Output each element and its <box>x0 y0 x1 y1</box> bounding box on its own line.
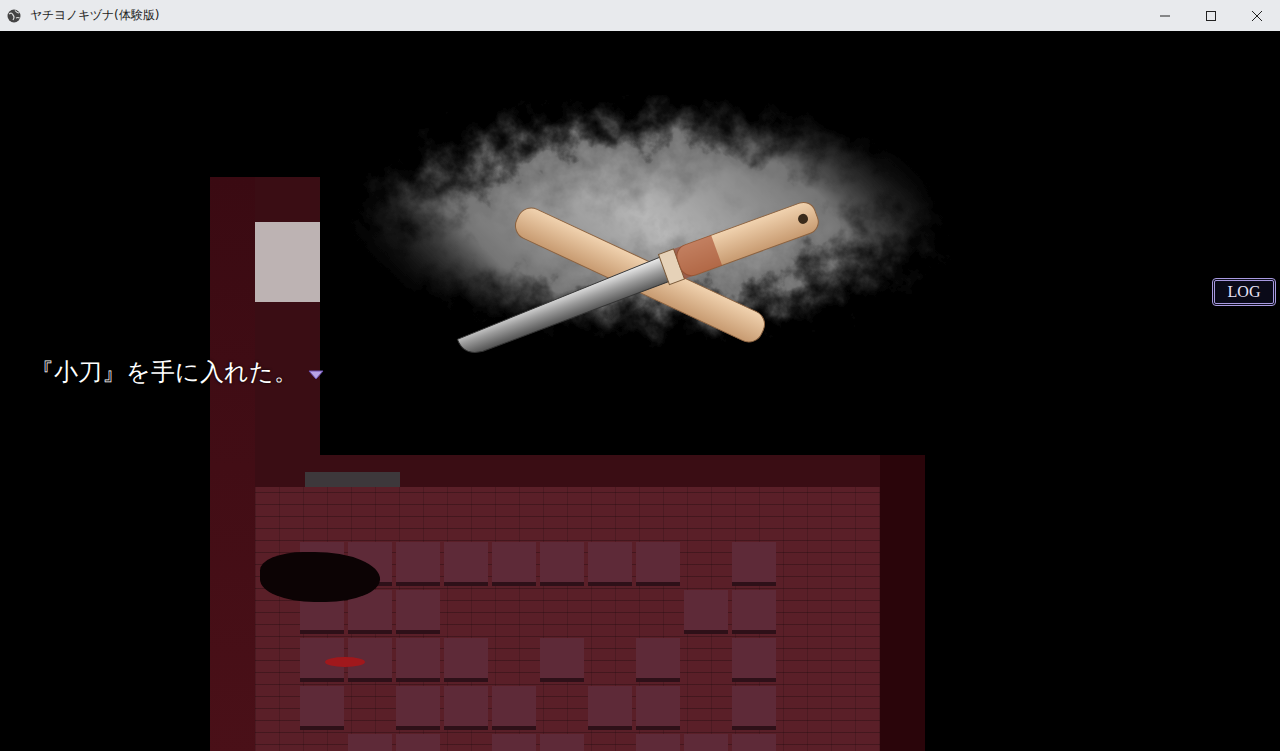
chair <box>540 686 584 730</box>
game-canvas: 『小刀』を手に入れた。 LOG <box>0 31 1280 751</box>
chair <box>540 590 584 634</box>
chair <box>492 590 536 634</box>
message-box[interactable]: 『小刀』を手に入れた。 <box>30 356 324 388</box>
minimize-button[interactable] <box>1142 0 1188 31</box>
chair <box>396 638 440 682</box>
chair <box>444 590 488 634</box>
chair <box>732 638 776 682</box>
close-icon <box>1252 11 1262 21</box>
chair <box>540 734 584 751</box>
chair <box>636 686 680 730</box>
globe-icon <box>6 8 22 24</box>
window-title: ヤチヨノキヅナ(体験版) <box>30 7 159 24</box>
chair <box>636 590 680 634</box>
chair <box>444 542 488 586</box>
chair <box>636 734 680 751</box>
chair <box>492 686 536 730</box>
chair <box>732 686 776 730</box>
chair <box>588 542 632 586</box>
chair <box>588 638 632 682</box>
chair <box>684 542 728 586</box>
chair <box>396 590 440 634</box>
chair <box>396 734 440 751</box>
chair <box>732 734 776 751</box>
chair <box>492 542 536 586</box>
maximize-icon <box>1206 11 1216 21</box>
item-popup <box>320 95 960 455</box>
chair <box>684 686 728 730</box>
minimize-icon <box>1160 11 1170 21</box>
maximize-button[interactable] <box>1188 0 1234 31</box>
chair <box>396 686 440 730</box>
chair <box>300 686 344 730</box>
blood-mark <box>325 657 365 667</box>
chair <box>348 734 392 751</box>
chair <box>636 638 680 682</box>
game-window: ヤチヨノキヅナ(体験版) 『小刀』を手に入れた。 LOG <box>0 0 1280 751</box>
chair <box>348 686 392 730</box>
chair <box>444 734 488 751</box>
chair <box>732 542 776 586</box>
message-text: 『小刀』を手に入れた。 <box>30 356 298 388</box>
next-arrow-icon <box>308 370 324 380</box>
chair <box>684 734 728 751</box>
floor <box>255 487 880 751</box>
chair <box>684 638 728 682</box>
left-wall <box>210 177 255 751</box>
window-panel <box>255 222 320 302</box>
chair <box>588 590 632 634</box>
chair <box>492 734 536 751</box>
chair <box>444 686 488 730</box>
chair <box>396 542 440 586</box>
chair <box>300 734 344 751</box>
log-button[interactable]: LOG <box>1212 278 1276 306</box>
knife-icon <box>320 95 960 455</box>
chair <box>636 542 680 586</box>
chair <box>588 686 632 730</box>
chair <box>732 590 776 634</box>
title-bar: ヤチヨノキヅナ(体験版) <box>0 0 1280 31</box>
chair <box>588 734 632 751</box>
close-button[interactable] <box>1234 0 1280 31</box>
chair <box>444 638 488 682</box>
chair <box>540 542 584 586</box>
chair <box>492 638 536 682</box>
shadow-stain <box>260 552 380 602</box>
chair <box>684 590 728 634</box>
chair <box>540 638 584 682</box>
